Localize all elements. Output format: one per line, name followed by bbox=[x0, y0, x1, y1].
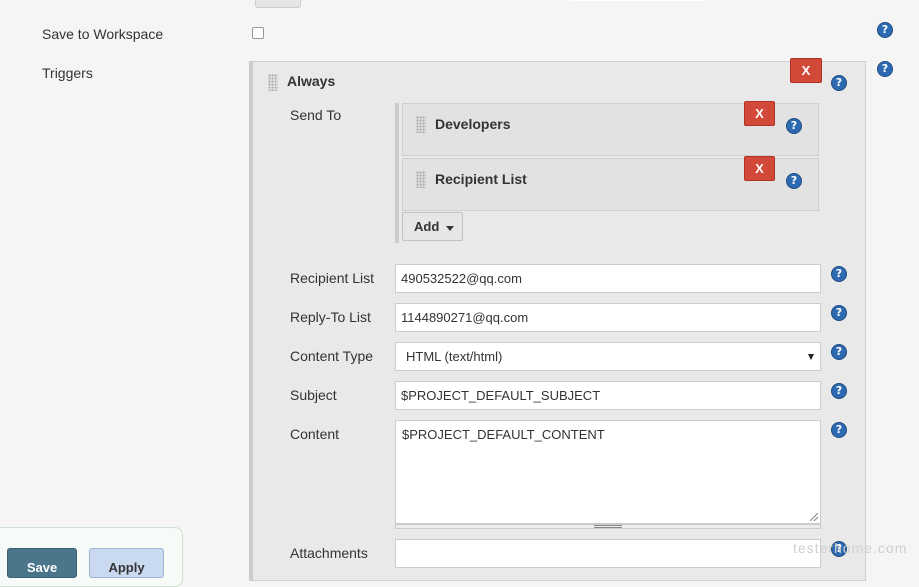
add-label: Add bbox=[414, 219, 440, 234]
recipient-delete-button[interactable]: X bbox=[744, 101, 775, 126]
triggers-help-icon[interactable]: ? bbox=[877, 61, 893, 77]
content-type-select[interactable]: HTML (text/html) bbox=[395, 342, 821, 371]
content-help-icon[interactable]: ? bbox=[831, 422, 847, 438]
drag-handle-icon[interactable] bbox=[416, 116, 426, 133]
recipient-help-icon[interactable]: ? bbox=[786, 118, 802, 134]
apply-label: Apply bbox=[108, 560, 145, 575]
recipient-list-help-icon[interactable]: ? bbox=[831, 266, 847, 282]
trigger-title: Always bbox=[287, 73, 336, 89]
content-value: $PROJECT_DEFAULT_CONTENT bbox=[402, 427, 605, 442]
subject-label: Subject bbox=[290, 387, 337, 403]
trigger-help-icon[interactable]: ? bbox=[831, 75, 847, 91]
subject-input[interactable]: $PROJECT_DEFAULT_SUBJECT bbox=[395, 381, 821, 410]
resize-handle-icon bbox=[594, 525, 622, 528]
send-to-label: Send To bbox=[290, 107, 342, 123]
resize-grip-icon[interactable] bbox=[810, 513, 818, 521]
save-to-workspace-checkbox[interactable] bbox=[252, 27, 264, 39]
recipient-delete-button[interactable]: X bbox=[744, 156, 775, 181]
content-type-help-icon[interactable]: ? bbox=[831, 344, 847, 360]
recipient-name: Recipient List bbox=[435, 171, 527, 187]
content-type-label: Content Type bbox=[290, 348, 374, 364]
drag-handle-icon[interactable] bbox=[268, 74, 278, 91]
attachments-label: Attachments bbox=[290, 545, 368, 561]
watermark: testerhome.com bbox=[793, 540, 908, 556]
recipient-name: Developers bbox=[435, 116, 511, 132]
top-button-remnant bbox=[255, 0, 301, 8]
caret-down-icon bbox=[446, 226, 454, 231]
reply-to-list-input[interactable]: 1144890271@qq.com bbox=[395, 303, 821, 332]
content-type-value: HTML (text/html) bbox=[406, 349, 503, 364]
content-textarea[interactable]: $PROJECT_DEFAULT_CONTENT bbox=[395, 420, 821, 524]
recipient-list-label: Recipient List bbox=[290, 270, 375, 286]
recipient-list-input[interactable]: 490532522@qq.com bbox=[395, 264, 821, 293]
save-label: Save bbox=[26, 560, 58, 575]
save-button[interactable]: Save bbox=[7, 548, 77, 578]
attachments-input[interactable] bbox=[395, 539, 821, 568]
apply-button[interactable]: Apply bbox=[89, 548, 164, 578]
content-label: Content bbox=[290, 426, 340, 442]
reply-to-list-help-icon[interactable]: ? bbox=[831, 305, 847, 321]
top-divider bbox=[570, 0, 706, 1]
save-to-workspace-label: Save to Workspace bbox=[42, 26, 164, 42]
content-resize-bar[interactable] bbox=[395, 524, 821, 529]
send-to-bar bbox=[395, 103, 399, 243]
drag-handle-icon[interactable] bbox=[416, 171, 426, 188]
triggers-label: Triggers bbox=[42, 65, 93, 81]
trigger-delete-button[interactable]: X bbox=[790, 58, 822, 83]
dropdown-arrow-icon bbox=[808, 354, 814, 360]
reply-to-list-label: Reply-To List bbox=[290, 309, 371, 325]
save-to-workspace-help-icon[interactable]: ? bbox=[877, 22, 893, 38]
add-button[interactable]: Add bbox=[402, 212, 463, 241]
recipient-help-icon[interactable]: ? bbox=[786, 173, 802, 189]
subject-help-icon[interactable]: ? bbox=[831, 383, 847, 399]
